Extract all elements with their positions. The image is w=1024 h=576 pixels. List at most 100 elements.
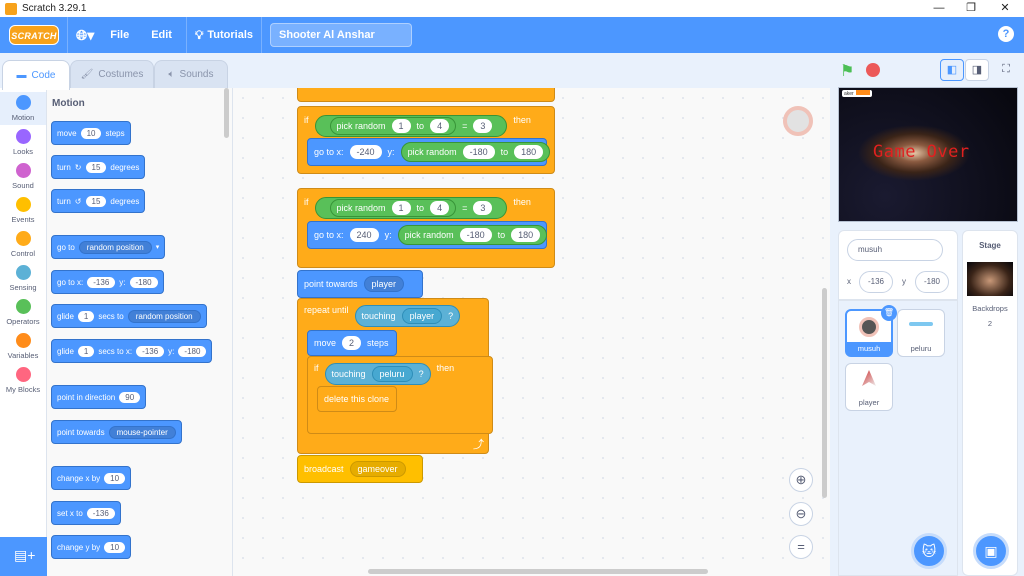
- code-icon: ▬: [16, 70, 27, 81]
- variable-monitor: aker: [842, 90, 872, 97]
- change-y-block[interactable]: change y by 10: [51, 535, 132, 559]
- project-title-input[interactable]: Shooter Al Anshar: [270, 23, 413, 47]
- category-label: Sound: [12, 181, 34, 190]
- rotate-right-icon: ↻: [74, 162, 82, 172]
- touching-player-sensor: touching player?: [354, 305, 461, 327]
- add-backdrop-button[interactable]: ▣: [973, 533, 1009, 569]
- category-color-dot: [15, 197, 31, 212]
- window-title-bar: Scratch 3.29.1 — ❐ ✕: [0, 0, 1024, 17]
- category-my-blocks[interactable]: My Blocks: [0, 364, 46, 397]
- edit-menu[interactable]: Edit: [151, 29, 172, 41]
- tutorials-lightbulb-icon[interactable]: 💡︎: [195, 28, 203, 43]
- stage-header: ⚑ ◧ ◨ ⛶: [830, 55, 1024, 87]
- stop-icon[interactable]: [866, 63, 880, 77]
- category-control[interactable]: Control: [0, 228, 46, 261]
- point-towards-script-block[interactable]: point towards player: [297, 270, 423, 298]
- zoom-in-button[interactable]: ⊕: [789, 468, 813, 492]
- tutorials-menu[interactable]: Tutorials: [207, 29, 253, 41]
- language-globe-icon[interactable]: 🌐︎▾: [76, 27, 94, 44]
- category-label: Control: [10, 249, 36, 258]
- move-steps-block[interactable]: move 10 steps: [51, 121, 131, 145]
- palette-heading: Motion: [52, 98, 85, 109]
- tab-code[interactable]: ▬ Code: [2, 60, 70, 90]
- category-looks[interactable]: Looks: [0, 126, 46, 159]
- scratch-logo[interactable]: SCRATCH: [9, 25, 59, 45]
- category-label: Events: [11, 215, 35, 224]
- script-area[interactable]: if pick random 1 to 4 = 3 then go to x: -240 y…: [233, 88, 830, 576]
- sprite-y-field[interactable]: -180: [915, 271, 949, 293]
- minimize-button[interactable]: —: [924, 0, 954, 17]
- stage-canvas[interactable]: aker Game Over: [838, 87, 1018, 222]
- goto-xy-block[interactable]: go to x: -136 y: -180: [51, 270, 164, 294]
- glide-xy-block[interactable]: glide 1 secs to x: -136 y: -180: [51, 339, 213, 363]
- glide-block[interactable]: glide 1 secs to random position: [51, 304, 207, 328]
- turn-right-block[interactable]: turn ↻ 15 degrees: [51, 155, 146, 179]
- tab-sounds[interactable]: 🔈︎ Sounds: [154, 60, 228, 88]
- category-motion[interactable]: Motion: [0, 92, 46, 125]
- category-label: Operators: [6, 317, 40, 326]
- file-menu[interactable]: File: [110, 29, 129, 41]
- speaker-icon: 🔈︎: [168, 69, 175, 80]
- loop-arrow-icon: ⤴: [473, 439, 484, 451]
- green-flag-icon[interactable]: ⚑: [840, 61, 854, 81]
- category-color-dot: [15, 129, 31, 144]
- current-sprite-indicator: [783, 106, 813, 136]
- point-towards-block[interactable]: point towards mouse-pointer: [51, 420, 182, 444]
- goto-block[interactable]: go to random position ▾: [51, 235, 166, 259]
- category-color-dot: [15, 163, 31, 178]
- game-over-text: Game Over: [873, 142, 970, 162]
- small-stage-button[interactable]: ◧: [940, 59, 964, 81]
- stage-selector-panel[interactable]: Stage Backdrops 2 ▣: [962, 230, 1018, 576]
- sprite-peluru[interactable]: peluru: [897, 309, 945, 357]
- sprite-musuh[interactable]: musuh 🗑︎: [845, 305, 897, 357]
- sprite-list: musuh 🗑︎ peluru player 🐱︎: [838, 300, 958, 576]
- category-sensing[interactable]: Sensing: [0, 262, 46, 295]
- x-label: x: [847, 277, 851, 286]
- zoom-out-button[interactable]: ⊖: [789, 502, 813, 526]
- category-events[interactable]: Events: [0, 194, 46, 227]
- sprite-name-field[interactable]: musuh: [847, 239, 943, 261]
- broadcast-block[interactable]: broadcast gameover: [297, 455, 423, 483]
- equals-operator-1[interactable]: pick random 1 to 4 = 3: [314, 115, 508, 137]
- menu-bar: SCRATCH 🌐︎▾ File Edit 💡︎ Tutorials Shoot…: [0, 17, 1024, 53]
- close-button[interactable]: ✕: [990, 0, 1020, 17]
- maximize-button[interactable]: ❐: [956, 0, 986, 17]
- musuh-thumbnail: [859, 317, 879, 337]
- script-block-top[interactable]: [297, 88, 555, 102]
- fullscreen-button[interactable]: ⛶: [994, 59, 1018, 81]
- category-color-dot: [15, 299, 31, 314]
- pick-random-2: pick random 1 to 4: [329, 199, 457, 217]
- palette-scrollbar[interactable]: [224, 88, 229, 138]
- category-label: My Blocks: [5, 385, 41, 394]
- turn-left-block[interactable]: turn ↺ 15 degrees: [51, 189, 146, 213]
- add-sprite-button[interactable]: 🐱︎: [911, 533, 947, 569]
- brush-icon: 🖌︎: [80, 69, 94, 80]
- category-sound[interactable]: Sound: [0, 160, 46, 193]
- category-color-dot: [15, 95, 31, 110]
- change-x-block[interactable]: change x by 10: [51, 466, 132, 490]
- horizontal-scrollbar[interactable]: [368, 569, 708, 574]
- image-icon: ▣: [984, 543, 998, 559]
- set-x-block[interactable]: set x to -136: [51, 501, 121, 525]
- cat-icon: 🐱︎: [921, 543, 937, 559]
- zoom-reset-button[interactable]: =: [789, 535, 813, 559]
- category-variables[interactable]: Variables: [0, 330, 46, 363]
- move-steps-script-block[interactable]: move 2 steps: [307, 330, 397, 356]
- delete-sprite-icon[interactable]: 🗑︎: [881, 305, 897, 321]
- normal-stage-button[interactable]: ◨: [965, 59, 989, 81]
- window-title: Scratch 3.29.1: [22, 3, 87, 14]
- vertical-scrollbar[interactable]: [822, 288, 827, 498]
- add-extension-button[interactable]: ▤+: [0, 537, 47, 576]
- tab-costumes[interactable]: 🖌︎ Costumes: [70, 60, 154, 88]
- equals-operator-2[interactable]: pick random 1 to 4 = 3: [314, 197, 508, 219]
- category-operators[interactable]: Operators: [0, 296, 46, 329]
- help-icon[interactable]: ?: [998, 26, 1014, 42]
- goto-xy-script-1[interactable]: go to x: -240 y: pick random -180 to 180: [307, 138, 551, 166]
- sprite-player[interactable]: player: [845, 363, 893, 411]
- sprite-x-field[interactable]: -136: [859, 271, 893, 293]
- point-direction-block[interactable]: point in direction 90: [51, 385, 147, 409]
- goto-xy-script-2[interactable]: go to x: 240 y: pick random -180 to 180: [307, 221, 548, 249]
- delete-clone-block[interactable]: delete this clone: [317, 386, 397, 412]
- pick-random-1: pick random 1 to 4: [329, 117, 457, 135]
- category-label: Motion: [11, 113, 35, 122]
